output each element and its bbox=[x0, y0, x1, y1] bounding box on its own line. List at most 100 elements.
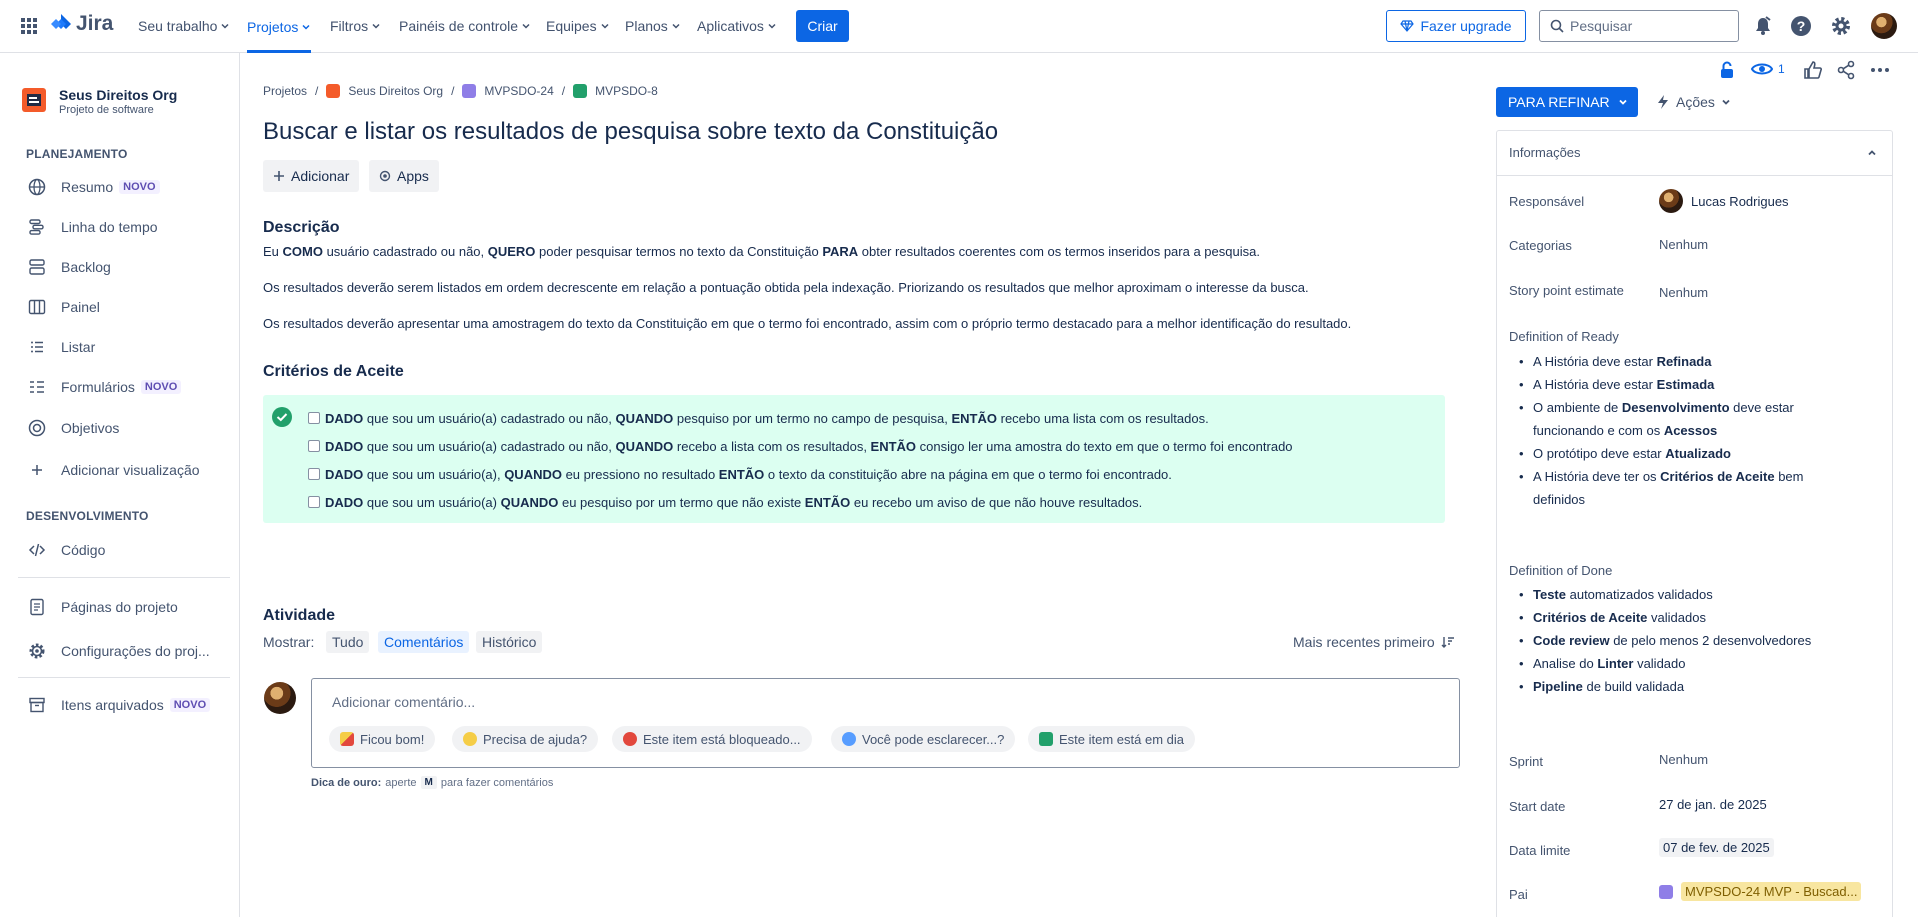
sidebar-item-timeline[interactable]: Linha do tempo bbox=[27, 215, 158, 239]
add-button[interactable]: Adicionar bbox=[263, 160, 360, 192]
quick-reply-looks-good[interactable]: Ficou bom! bbox=[329, 726, 436, 752]
help-icon[interactable]: ? bbox=[1789, 14, 1813, 38]
nav-your-work[interactable]: Seu trabalho bbox=[138, 0, 230, 52]
pro-tip-pre: aperte bbox=[385, 776, 417, 789]
parent-field[interactable]: MVPSDO-24 MVP - Buscad... bbox=[1659, 882, 1862, 901]
lock-icon[interactable] bbox=[1718, 60, 1736, 80]
criterion-keyword: ENTÃO bbox=[870, 438, 917, 454]
description-heading: Descrição bbox=[263, 219, 340, 236]
thumbs-up-icon[interactable] bbox=[1803, 60, 1823, 80]
acceptance-criterion: DADO que sou um usuário(a) cadastrado ou… bbox=[308, 437, 1293, 455]
jira-logo-icon bbox=[51, 14, 71, 29]
chevron-down-icon bbox=[768, 23, 776, 29]
chevron-down-icon bbox=[522, 23, 530, 29]
categories-field[interactable]: Nenhum bbox=[1659, 237, 1708, 252]
breadcrumb: Projetos / Seus Direitos Org / MVPSDO-24… bbox=[263, 84, 658, 98]
status-dropdown[interactable]: PARA REFINAR bbox=[1496, 87, 1638, 117]
nav-teams[interactable]: Equipes bbox=[546, 0, 610, 52]
criterion-checkbox[interactable] bbox=[308, 496, 320, 508]
criterion-keyword: DADO bbox=[325, 438, 364, 454]
app-switcher-icon[interactable] bbox=[20, 17, 38, 35]
sidebar-item-backlog[interactable]: Backlog bbox=[27, 255, 111, 279]
start-date-label: Start date bbox=[1509, 799, 1566, 814]
create-button[interactable]: Criar bbox=[796, 10, 849, 42]
upgrade-button[interactable]: Fazer upgrade bbox=[1386, 10, 1526, 42]
nav-filters[interactable]: Filtros bbox=[330, 0, 381, 52]
search-input[interactable]: Pesquisar bbox=[1539, 10, 1739, 42]
share-icon[interactable] bbox=[1836, 60, 1856, 80]
breadcrumb-projects[interactable]: Projetos bbox=[263, 84, 307, 98]
definition-of-ready-list[interactable]: A História deve estar Refinada A Históri… bbox=[1519, 350, 1803, 511]
sidebar-item-archived[interactable]: Itens arquivados NOVO bbox=[27, 693, 211, 717]
breadcrumb-issue[interactable]: MVPSDO-8 bbox=[595, 84, 658, 98]
criterion-checkbox[interactable] bbox=[308, 440, 320, 452]
sidebar-item-resumo[interactable]: Resumo NOVO bbox=[27, 175, 160, 199]
assignee-field[interactable]: Lucas Rodrigues bbox=[1659, 189, 1789, 213]
story-points-field[interactable]: Nenhum bbox=[1659, 285, 1708, 300]
nav-dashboards-label: Painéis de controle bbox=[399, 18, 519, 34]
tab-comments[interactable]: Comentários bbox=[378, 631, 470, 653]
sidebar-item-board[interactable]: Painel bbox=[27, 295, 100, 319]
nav-projects[interactable]: Projetos bbox=[247, 0, 312, 53]
dor-item: A História deve estar Estimada bbox=[1519, 373, 1803, 396]
criterion-fragment: eu pressiono no resultado bbox=[561, 466, 719, 482]
tab-all[interactable]: Tudo bbox=[326, 631, 370, 653]
dod-emphasis: Teste bbox=[1533, 587, 1566, 602]
sidebar-item-code[interactable]: Código bbox=[27, 538, 105, 562]
quick-reply-need-help[interactable]: Precisa de ajuda? bbox=[452, 726, 599, 752]
actions-dropdown[interactable]: Ações bbox=[1656, 87, 1731, 117]
description-paragraph[interactable]: Os resultados deverão apresentar uma amo… bbox=[263, 316, 1351, 331]
description-paragraph[interactable]: Eu COMO usuário cadastrado ou não, QUERO… bbox=[263, 244, 1260, 259]
dod-emphasis: Linter bbox=[1597, 656, 1634, 671]
sidebar-item-settings[interactable]: Configurações do proj... bbox=[27, 639, 210, 663]
description-paragraph[interactable]: Os resultados deverão serem listados em … bbox=[263, 280, 1309, 295]
new-badge: NOVO bbox=[169, 698, 211, 712]
definition-of-done-list[interactable]: Teste automatizados validados Critérios … bbox=[1519, 583, 1811, 698]
apps-button[interactable]: Apps bbox=[369, 160, 439, 192]
dor-item: O protótipo deve estar Atualizado bbox=[1519, 442, 1803, 465]
chevron-down-icon bbox=[601, 23, 609, 29]
quick-reply-blocked[interactable]: Este item está bloqueado... bbox=[612, 726, 812, 752]
criterion-checkbox[interactable] bbox=[308, 468, 320, 480]
chevron-down-icon bbox=[1722, 99, 1730, 105]
breadcrumb-project[interactable]: Seus Direitos Org bbox=[348, 84, 443, 98]
more-actions-icon[interactable] bbox=[1870, 65, 1890, 75]
comment-editor[interactable] bbox=[311, 678, 1460, 768]
nav-dashboards[interactable]: Painéis de controle bbox=[399, 0, 531, 52]
backlog-icon bbox=[27, 257, 47, 277]
project-name[interactable]: Seus Direitos Org bbox=[59, 87, 177, 103]
tab-history[interactable]: Histórico bbox=[476, 631, 543, 653]
start-date-field[interactable]: 27 de jan. de 2025 bbox=[1659, 797, 1767, 812]
due-date-field[interactable]: 07 de fev. de 2025 bbox=[1659, 838, 1774, 857]
gear-icon bbox=[27, 641, 47, 661]
hand-icon bbox=[463, 732, 477, 746]
watch-button[interactable]: 1 bbox=[1751, 61, 1785, 77]
sort-order-button[interactable]: Mais recentes primeiro bbox=[1293, 634, 1455, 650]
sprint-field[interactable]: Nenhum bbox=[1659, 752, 1708, 767]
breadcrumb-epic[interactable]: MVPSDO-24 bbox=[484, 84, 553, 98]
issue-title[interactable]: Buscar e listar os resultados de pesquis… bbox=[263, 118, 998, 146]
nav-apps[interactable]: Aplicativos bbox=[697, 0, 777, 52]
profile-avatar[interactable] bbox=[1871, 13, 1897, 39]
search-placeholder: Pesquisar bbox=[1570, 18, 1633, 34]
settings-icon[interactable] bbox=[1829, 14, 1853, 38]
sidebar-item-list[interactable]: Listar bbox=[27, 335, 95, 359]
jira-logo[interactable]: Jira bbox=[50, 12, 113, 36]
success-check-icon bbox=[272, 407, 292, 427]
criterion-fragment: consigo ler uma amostra do texto em que … bbox=[916, 438, 1293, 454]
criterion-fragment: recebo a lista com os resultados, bbox=[673, 438, 871, 454]
quick-reply-on-track[interactable]: Este item está em dia bbox=[1028, 726, 1195, 752]
sidebar-item-add-view[interactable]: Adicionar visualização bbox=[27, 458, 200, 482]
due-date-value: 07 de fev. de 2025 bbox=[1659, 838, 1774, 857]
sidebar-item-pages[interactable]: Páginas do projeto bbox=[27, 595, 178, 619]
sidebar-item-forms[interactable]: Formulários NOVO bbox=[27, 375, 182, 399]
sidebar-item-goals[interactable]: Objetivos bbox=[27, 416, 119, 440]
quick-reply-clarify[interactable]: Você pode esclarecer...? bbox=[831, 726, 1016, 752]
nav-plans[interactable]: Planos bbox=[625, 0, 681, 52]
notifications-icon[interactable] bbox=[1751, 14, 1775, 38]
project-type: Projeto de software bbox=[59, 104, 154, 116]
details-header[interactable]: Informações bbox=[1496, 130, 1893, 176]
criterion-checkbox[interactable] bbox=[308, 412, 320, 424]
dor-emphasis: Estimada bbox=[1656, 377, 1715, 392]
quick-reply-label: Você pode esclarecer...? bbox=[862, 731, 1005, 747]
